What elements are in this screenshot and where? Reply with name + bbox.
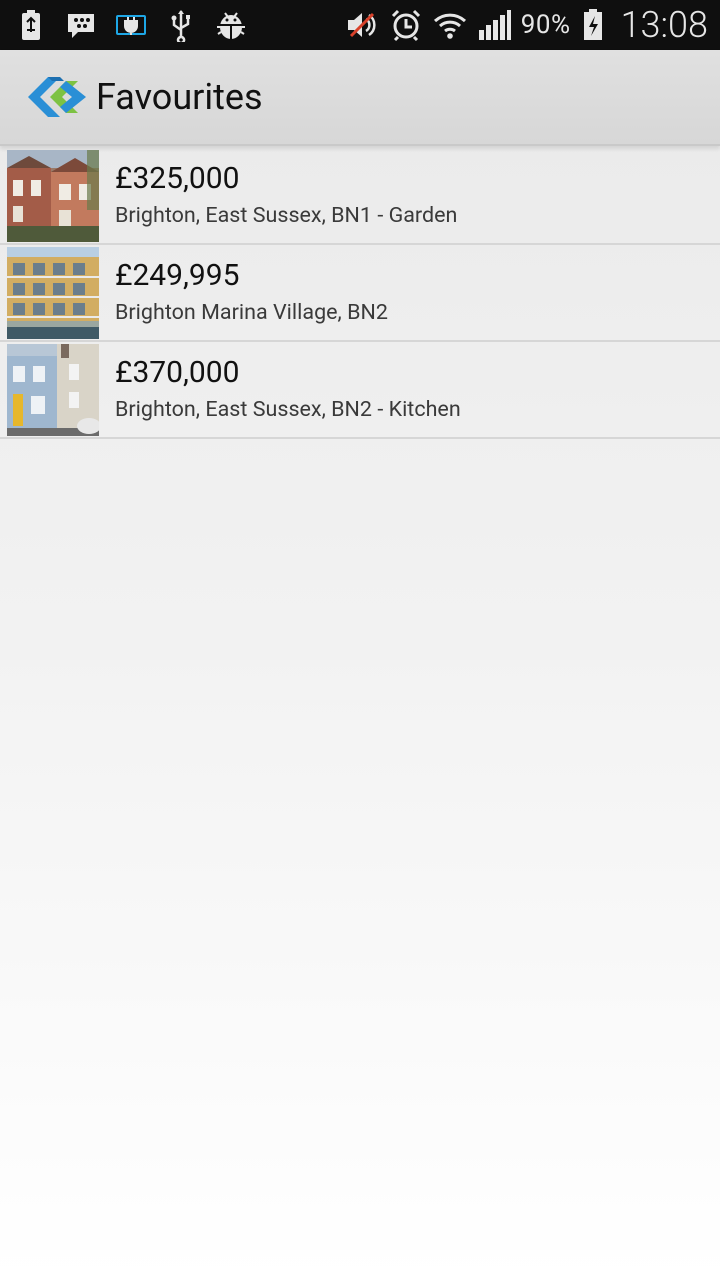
favourites-list: £325,000 Brighton, East Sussex, BN1 - Ga… — [0, 148, 720, 439]
app-logo-icon[interactable] — [26, 73, 88, 121]
page-title: Favourites — [96, 76, 263, 118]
price: £325,000 — [115, 160, 240, 196]
alarm-icon — [389, 8, 423, 42]
property-thumbnail — [7, 343, 99, 436]
clock: 13:08 — [620, 4, 708, 46]
price: £370,000 — [115, 354, 240, 390]
muted-volume-icon — [345, 8, 379, 42]
wifi-icon — [433, 8, 467, 42]
bbm-icon — [64, 8, 98, 42]
signal-icon — [477, 8, 511, 42]
price: £249,995 — [115, 257, 240, 293]
address: Brighton, East Sussex, BN2 - Kitchen — [115, 396, 461, 422]
action-bar: Favourites — [0, 50, 720, 146]
usb-icon — [164, 8, 198, 42]
power-plug-icon — [114, 8, 148, 42]
list-item[interactable]: £249,995 Brighton Marina Village, BN2 — [0, 245, 720, 342]
address: Brighton Marina Village, BN2 — [115, 299, 388, 325]
address: Brighton, East Sussex, BN1 - Garden — [115, 202, 458, 228]
property-thumbnail — [7, 246, 99, 339]
android-debug-icon — [214, 8, 248, 42]
list-item[interactable]: £370,000 Brighton, East Sussex, BN2 - Ki… — [0, 342, 720, 439]
battery-charging-icon — [581, 8, 605, 42]
status-bar: 90% 13:08 — [0, 0, 720, 50]
battery-percent: 90% — [520, 10, 571, 40]
usb-debug-battery-icon — [14, 8, 48, 42]
notification-icons — [0, 0, 248, 50]
property-thumbnail — [7, 149, 99, 242]
system-status: 90% 13:08 — [345, 0, 720, 50]
list-item[interactable]: £325,000 Brighton, East Sussex, BN1 - Ga… — [0, 148, 720, 245]
